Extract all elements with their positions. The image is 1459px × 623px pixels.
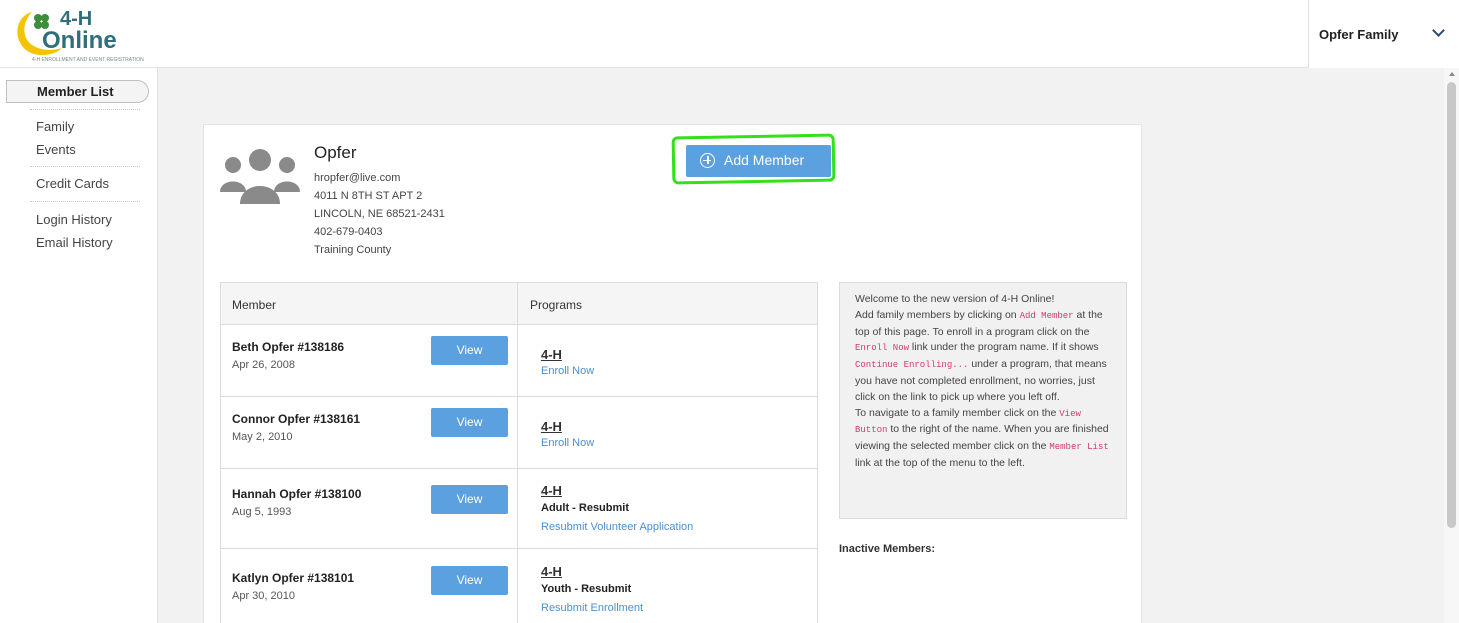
info-code: Continue Enrolling... [855, 360, 969, 371]
chevron-down-icon [1432, 24, 1445, 37]
family-group-icon [220, 149, 300, 204]
view-member-button[interactable]: View [431, 336, 508, 365]
member-name: Hannah Opfer #138100 [232, 487, 362, 501]
welcome-info-box: Welcome to the new version of 4-H Online… [839, 282, 1127, 519]
table-row: Beth Opfer #138186 Apr 26, 2008 View 4-H… [221, 325, 817, 397]
program-status: Adult - Resubmit [541, 502, 629, 514]
member-dob: Apr 30, 2010 [232, 590, 295, 602]
info-text: link under the program name. If it shows [909, 341, 1099, 354]
sidebar-divider [30, 201, 140, 202]
sidebar-divider [30, 109, 140, 110]
table-row: Katlyn Opfer #138101 Apr 30, 2010 View 4… [221, 549, 817, 623]
family-address-line-2: LINCOLN, NE 68521-2431 [314, 208, 445, 220]
family-card: Opfer hropfer@live.com 4011 N 8TH ST APT… [203, 124, 1142, 623]
info-code: Member List [1049, 442, 1109, 453]
table-header: Member Programs [221, 283, 817, 325]
column-header-programs: Programs [530, 298, 583, 312]
family-name: Opfer [314, 143, 357, 162]
add-member-label: Add Member [724, 152, 805, 168]
family-email: hropfer@live.com [314, 172, 401, 184]
info-text: Welcome to the new version of 4-H Online… [855, 293, 1055, 305]
family-phone: 402-679-0403 [314, 226, 383, 238]
logo-line-2: Online [42, 27, 117, 54]
family-switcher-label: Opfer Family [1319, 27, 1399, 42]
4h-online-logo[interactable]: 4-H Online 4-H ENROLLMENT AND EVENT REGI… [10, 8, 144, 64]
view-member-button[interactable]: View [431, 566, 508, 595]
sidebar-item-family[interactable]: Family [36, 119, 74, 134]
member-name: Connor Opfer #138161 [232, 412, 361, 426]
member-dob: May 2, 2010 [232, 431, 293, 443]
logo-tagline: 4-H ENROLLMENT AND EVENT REGISTRATION [32, 57, 144, 63]
member-dob: Apr 26, 2008 [232, 359, 295, 371]
program-status: Youth - Resubmit [541, 583, 632, 595]
sidebar: Member List Family Events Credit Cards L… [0, 68, 158, 623]
program-link[interactable]: 4-H [541, 347, 562, 362]
sidebar-item-email-history[interactable]: Email History [36, 235, 113, 250]
resubmit-enrollment-link[interactable]: Resubmit Enrollment [541, 602, 643, 614]
program-link[interactable]: 4-H [541, 564, 562, 579]
scrollbar-thumb[interactable] [1447, 82, 1456, 528]
column-header-member: Member [232, 298, 277, 312]
info-text: Add family members by clicking on [855, 308, 1020, 321]
member-name: Beth Opfer #138186 [232, 340, 345, 354]
table-row: Connor Opfer #138161 May 2, 2010 View 4-… [221, 397, 817, 469]
member-name: Katlyn Opfer #138101 [232, 571, 355, 585]
table-row: Hannah Opfer #138100 Aug 5, 1993 View 4-… [221, 469, 817, 549]
sidebar-item-login-history[interactable]: Login History [36, 212, 112, 227]
info-text: To navigate to a family member click on … [855, 406, 1060, 419]
top-header: 4-H Online 4-H ENROLLMENT AND EVENT REGI… [0, 0, 1459, 68]
vertical-scrollbar[interactable] [1444, 68, 1459, 623]
scroll-up-arrow-icon[interactable] [1449, 72, 1455, 76]
program-link[interactable]: 4-H [541, 419, 562, 434]
plus-circle-icon [700, 153, 715, 168]
enroll-now-link[interactable]: Enroll Now [541, 437, 594, 449]
enroll-now-link[interactable]: Enroll Now [541, 365, 594, 377]
info-code: Enroll Now [855, 343, 910, 354]
add-member-button[interactable]: Add Member [686, 145, 831, 177]
sidebar-divider [30, 166, 140, 167]
member-table: Member Programs Beth Opfer #138186 Apr 2… [220, 282, 818, 623]
inactive-members-heading: Inactive Members: [839, 543, 935, 555]
sidebar-item-events[interactable]: Events [36, 142, 76, 157]
program-link[interactable]: 4-H [541, 483, 562, 498]
resubmit-volunteer-link[interactable]: Resubmit Volunteer Application [541, 521, 693, 533]
view-member-button[interactable]: View [431, 485, 508, 514]
family-county: Training County [314, 244, 392, 256]
sidebar-item-member-list[interactable]: Member List [6, 80, 149, 103]
sidebar-item-credit-cards[interactable]: Credit Cards [36, 176, 109, 191]
logo-text: 4-H Online [42, 8, 117, 54]
info-code: Add Member [1019, 310, 1074, 321]
member-dob: Aug 5, 1993 [232, 506, 292, 518]
view-member-button[interactable]: View [431, 408, 508, 437]
info-text: link at the top of the menu to the left. [855, 456, 1025, 469]
family-switcher-dropdown[interactable]: Opfer Family [1308, 0, 1459, 68]
family-address-line-1: 4011 N 8TH ST APT 2 [314, 190, 423, 202]
